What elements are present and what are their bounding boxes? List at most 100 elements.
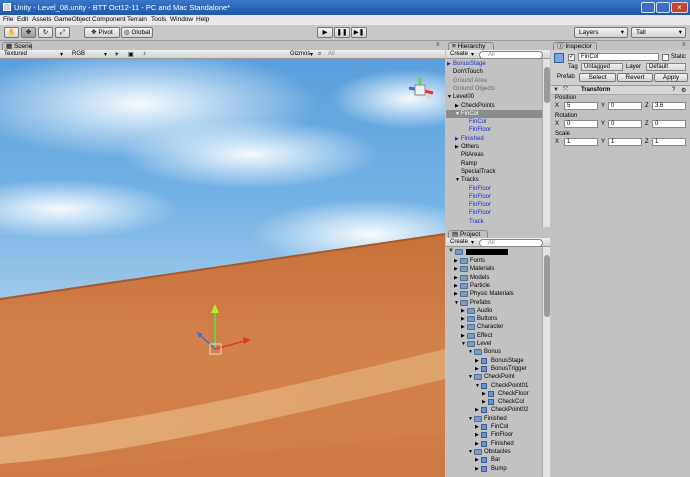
create-button[interactable]: Create (450, 51, 468, 57)
scene-orientation-gizmo[interactable] (403, 75, 437, 105)
help-icon[interactable]: ? (672, 87, 675, 93)
active-checkbox[interactable]: ✓ (568, 54, 575, 61)
scene-viewport[interactable] (0, 59, 445, 477)
hierarchy-item[interactable]: Ramp (446, 160, 542, 168)
project-prefab-item[interactable]: ▶ CheckFloor (446, 390, 542, 398)
hierarchy-item[interactable]: Others ▶ (446, 143, 542, 151)
expand-arrow-icon[interactable]: ▶ (475, 431, 479, 439)
hierarchy-item[interactable]: PitAreas (446, 151, 542, 159)
project-folder-item[interactable]: ▼ CheckPoint (446, 373, 542, 381)
prefab-select-button[interactable]: Select (579, 73, 616, 82)
hierarchy-item[interactable]: Ground Objects (446, 85, 542, 93)
menu-edit[interactable]: Edit (17, 16, 28, 23)
expand-arrow-icon[interactable]: ▼ (455, 110, 460, 118)
rotate-tool-button[interactable]: ↻ (38, 27, 53, 38)
hierarchy-scrollbar[interactable] (542, 59, 550, 227)
transform-header[interactable]: ▼ ⤧ Transform ? ⚙ (551, 86, 690, 95)
expand-arrow-icon[interactable]: ▶ (454, 257, 458, 265)
expand-arrow-icon[interactable]: ▶ (455, 135, 459, 143)
expand-arrow-icon[interactable]: ▼ (468, 415, 473, 423)
project-folder-item[interactable]: ▶ Models (446, 274, 542, 282)
expand-arrow-icon[interactable]: ▶ (461, 323, 465, 331)
project-scrollbar[interactable] (542, 247, 550, 477)
expand-arrow-icon[interactable]: ▶ (475, 357, 479, 365)
expand-arrow-icon[interactable]: ▶ (482, 398, 486, 406)
project-folder-item[interactable]: ▶ Materials (446, 265, 542, 273)
object-name-field[interactable]: FinCol (578, 53, 659, 61)
hierarchy-item[interactable]: Level00 ▼ (446, 93, 542, 101)
project-root-row[interactable]: ▼ (448, 248, 542, 257)
close-button[interactable]: × (671, 2, 688, 13)
scale-x-field[interactable]: 1 (564, 138, 598, 146)
project-folder-item[interactable]: ▶ Character (446, 323, 542, 331)
panel-menu-icon[interactable]: ≡ (436, 42, 440, 48)
expand-arrow-icon[interactable]: ▼ (454, 299, 459, 307)
expand-arrow-icon[interactable]: ▶ (454, 274, 458, 282)
static-checkbox[interactable] (662, 54, 669, 61)
project-folder-item[interactable]: ▶ Effect (446, 332, 542, 340)
project-folder-item[interactable]: ▼ Finished (446, 415, 542, 423)
hierarchy-item[interactable]: SpecialTrack (446, 168, 542, 176)
scrollbar-thumb[interactable] (544, 67, 550, 103)
rotation-y-field[interactable]: 0 (608, 120, 642, 128)
hand-tool-button[interactable]: ✋ (4, 27, 19, 38)
menu-component[interactable]: Component (92, 16, 126, 23)
project-prefab-item[interactable]: ▶ CheckPoint02 (446, 406, 542, 414)
expand-arrow-icon[interactable]: ▶ (475, 406, 479, 414)
gizmos-dropdown[interactable]: Gizmos (290, 51, 310, 57)
audio-toggle-icon[interactable]: ♪ (143, 51, 146, 57)
menu-terrain[interactable]: Terrain (127, 16, 147, 23)
prefab-revert-button[interactable]: Revert (617, 73, 653, 82)
scene-image-toggle-icon[interactable]: ▣ (128, 51, 134, 58)
hierarchy-item[interactable]: Track (446, 218, 542, 226)
project-prefab-item[interactable]: ▶ BonusTrigger (446, 365, 542, 373)
play-button[interactable]: ▶ (317, 27, 333, 38)
menu-window[interactable]: Window (170, 16, 193, 23)
scrollbar-thumb[interactable] (544, 255, 550, 317)
render-mode-dropdown[interactable]: Textured (4, 51, 27, 57)
menu-tools[interactable]: Tools (151, 16, 166, 23)
menu-file[interactable]: File (3, 16, 13, 23)
hierarchy-item[interactable]: Tracks ▼ (446, 176, 542, 184)
project-prefab-item[interactable]: ▶ BonusStage (446, 357, 542, 365)
menu-assets[interactable]: Assets (32, 16, 52, 23)
expand-arrow-icon[interactable]: ▶ (475, 440, 479, 448)
hierarchy-item[interactable]: FinFloor (446, 193, 542, 201)
expand-arrow-icon[interactable]: ▶ (482, 390, 486, 398)
hierarchy-item[interactable]: FinFloor (446, 126, 542, 134)
expand-arrow-icon[interactable]: ▶ (454, 282, 458, 290)
project-search-input[interactable]: All (479, 239, 543, 247)
hierarchy-item[interactable]: FinCol ▼ (446, 109, 542, 118)
hierarchy-item[interactable]: FinFloor (446, 209, 542, 217)
layer-dropdown[interactable]: Default (646, 63, 686, 71)
expand-arrow-icon[interactable]: ▶ (461, 332, 465, 340)
project-prefab-item[interactable]: ▶ FinCol (446, 423, 542, 431)
expand-arrow-icon[interactable]: ▶ (461, 307, 465, 315)
prefab-apply-button[interactable]: Apply (654, 73, 688, 82)
move-gizmo[interactable] (193, 302, 253, 362)
project-folder-item[interactable]: ▼ Prefabs (446, 299, 542, 307)
move-tool-button[interactable]: ✥ (21, 27, 36, 38)
expand-arrow-icon[interactable]: ▶ (475, 465, 479, 473)
project-prefab-item[interactable]: ▶ Finished (446, 440, 542, 448)
project-folder-item[interactable]: ▶ Physic Materials (446, 290, 542, 298)
hierarchy-item[interactable]: Don'tTouch (446, 68, 542, 76)
global-toggle[interactable]: ◎ Global (121, 27, 153, 38)
project-folder-item[interactable]: ▶ Fonts (446, 257, 542, 265)
color-mode-dropdown[interactable]: RGB (72, 51, 85, 57)
expand-arrow-icon[interactable]: ▼ (475, 382, 480, 390)
layout-dropdown[interactable]: Tall ▾ (631, 27, 686, 38)
expand-arrow-icon[interactable]: ▼ (468, 373, 473, 381)
tag-dropdown[interactable]: Untagged (581, 63, 623, 71)
project-prefab-item[interactable]: ▶ FinFloor (446, 431, 542, 439)
gear-icon[interactable]: ⚙ (681, 87, 686, 94)
create-button[interactable]: Create (450, 239, 468, 245)
expand-arrow-icon[interactable]: ▼ (468, 448, 473, 456)
scale-y-field[interactable]: 1 (608, 138, 642, 146)
expand-arrow-icon[interactable]: ▶ (461, 315, 465, 323)
project-prefab-item[interactable]: ▶ CheckCol (446, 398, 542, 406)
project-folder-item[interactable]: ▶ Buttons (446, 315, 542, 323)
pivot-toggle[interactable]: ✥ Pivot (84, 27, 120, 38)
menu-gameobject[interactable]: GameObject (54, 16, 91, 23)
scene-search-input[interactable]: All (328, 51, 335, 57)
